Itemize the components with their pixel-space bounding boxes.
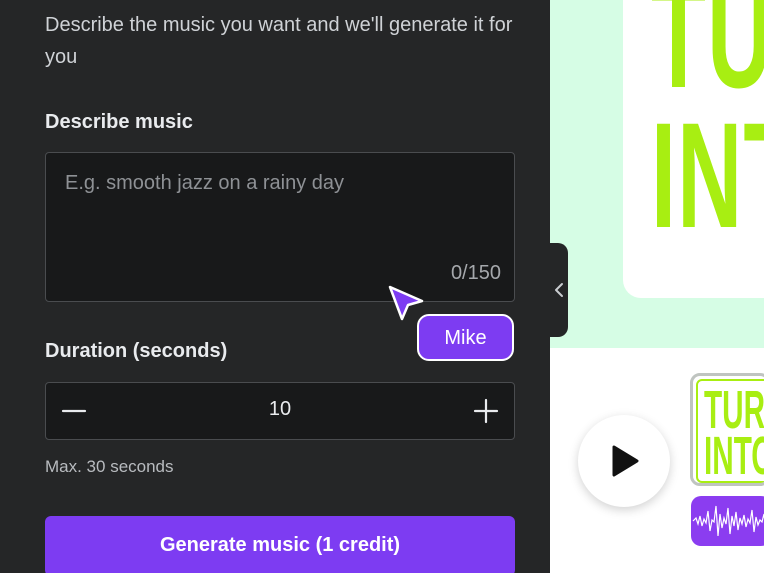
waveform-icon <box>692 505 764 537</box>
plus-icon <box>473 398 499 424</box>
design-headline-line2: INT <box>651 91 764 259</box>
design-card[interactable]: TUR INT <box>623 0 764 298</box>
thumbnail-text-line2: INTO <box>704 426 764 483</box>
generate-music-button[interactable]: Generate music (1 credit) <box>45 516 515 573</box>
audio-track-thumbnail[interactable] <box>691 496 764 546</box>
increment-button[interactable] <box>466 391 506 431</box>
panel-intro-text: Describe the music you want and we'll ge… <box>45 14 513 68</box>
describe-music-input[interactable]: E.g. smooth jazz on a rainy day 0/150 <box>45 152 515 302</box>
music-generator-panel: Describe the music you want and we'll ge… <box>0 0 549 573</box>
describe-music-placeholder: E.g. smooth jazz on a rainy day <box>65 172 345 194</box>
chevron-left-icon <box>554 283 563 297</box>
duration-value[interactable]: 10 <box>46 398 514 421</box>
describe-music-label: Describe music <box>45 111 193 133</box>
duration-helper-text: Max. 30 seconds <box>45 457 174 476</box>
thumbnail-preview: TURN INTO <box>696 379 764 483</box>
collapse-panel-button[interactable] <box>549 243 568 337</box>
collaborator-name-tag: Mike <box>417 314 514 361</box>
play-icon <box>612 445 639 477</box>
duration-stepper: 10 <box>45 382 515 440</box>
design-thumbnail[interactable]: TURN INTO <box>690 373 764 486</box>
character-counter: 0/150 <box>450 262 501 284</box>
duration-label: Duration (seconds) <box>45 340 228 362</box>
play-button[interactable] <box>578 415 670 507</box>
